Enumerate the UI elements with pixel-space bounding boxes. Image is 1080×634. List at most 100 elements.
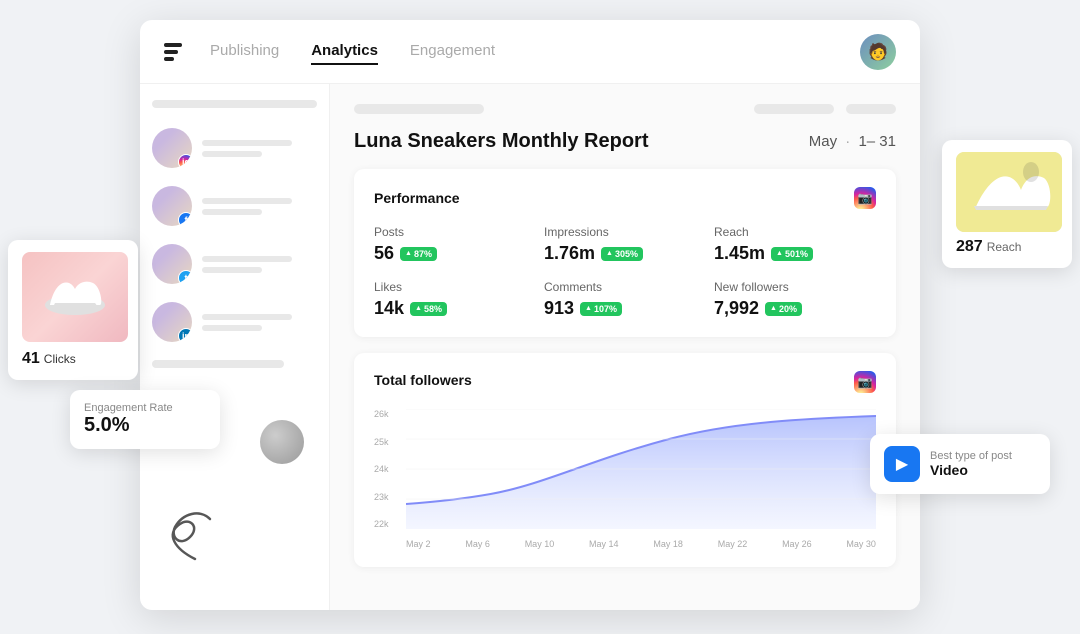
followers-card-header: Total followers 📷	[374, 371, 876, 393]
instagram-account-avatar: ig	[152, 128, 192, 168]
user-avatar[interactable]: 🧑	[860, 34, 896, 70]
tab-publishing[interactable]: Publishing	[210, 38, 279, 65]
metric-reach-value: 1.45m	[714, 243, 765, 264]
metric-comments-label: Comments	[544, 280, 706, 294]
followers-card: Total followers 📷 26k 25k 24k 23k 22k	[354, 353, 896, 567]
metric-reach-value-row: 1.45m 501%	[714, 243, 876, 264]
line-decoration	[202, 267, 262, 273]
metric-likes-value-row: 14k 58%	[374, 298, 536, 319]
reach-label-row: 287 Reach	[956, 238, 1058, 256]
metric-impressions-label: Impressions	[544, 225, 706, 239]
main-panel: Luna Sneakers Monthly Report May · 1– 31…	[330, 84, 920, 610]
decorative-squiggle	[155, 499, 235, 574]
best-post-value: Video	[930, 462, 1012, 478]
sidebar-item-lines	[202, 256, 317, 273]
sidebar-item-lines	[202, 140, 317, 157]
chart-x-label: May 2	[406, 539, 431, 549]
tab-engagement[interactable]: Engagement	[410, 38, 495, 65]
chart-y-label: 26k	[374, 409, 389, 419]
line-decoration	[202, 256, 292, 262]
metric-new-followers-label: New followers	[714, 280, 876, 294]
sidebar-item-linkedin[interactable]: in	[152, 302, 317, 342]
nav-tabs: Publishing Analytics Engagement	[210, 38, 860, 65]
chart-x-label: May 14	[589, 539, 619, 549]
linkedin-badge: in	[178, 328, 192, 342]
dashboard-window: Publishing Analytics Engagement 🧑 ig	[140, 20, 920, 610]
metric-reach-badge: 501%	[771, 247, 813, 261]
facebook-account-avatar: f	[152, 186, 192, 226]
top-nav: Publishing Analytics Engagement 🧑	[140, 20, 920, 84]
metric-posts-value-row: 56 87%	[374, 243, 536, 264]
performance-card: Performance 📷 Posts 56 87%	[354, 169, 896, 337]
performance-card-title: Performance	[374, 190, 460, 206]
sidebar-item-lines	[202, 314, 317, 331]
clicks-label: Clicks	[44, 352, 76, 366]
metric-new-followers-badge: 20%	[765, 302, 802, 316]
metric-reach-label: Reach	[714, 225, 876, 239]
reach-float-card: 287 Reach	[942, 140, 1072, 268]
metric-new-followers-value-row: 7,992 20%	[714, 298, 876, 319]
best-post-label: Best type of post	[930, 450, 1012, 462]
performance-card-header: Performance 📷	[374, 187, 876, 209]
reach-text: Reach	[987, 240, 1022, 254]
chart-y-label: 23k	[374, 492, 389, 502]
metric-likes-label: Likes	[374, 280, 536, 294]
metric-posts: Posts 56 87%	[374, 225, 536, 264]
followers-chart: 26k 25k 24k 23k 22k	[374, 409, 876, 549]
followers-instagram-icon: 📷	[854, 371, 876, 393]
chart-area	[406, 409, 876, 529]
line-decoration	[202, 209, 262, 215]
skeleton-bar	[846, 104, 896, 114]
metric-posts-label: Posts	[374, 225, 536, 239]
chart-x-labels: May 2 May 6 May 10 May 14 May 18 May 22 …	[406, 539, 876, 549]
sidebar-item-instagram[interactable]: ig	[152, 128, 317, 168]
chart-y-label: 22k	[374, 519, 389, 529]
skeleton-bar	[354, 104, 484, 114]
metric-new-followers: New followers 7,992 20%	[714, 280, 876, 319]
sidebar-bottom-line	[152, 360, 284, 368]
metric-likes-value: 14k	[374, 298, 404, 319]
metric-likes-badge: 58%	[410, 302, 447, 316]
best-post-content: Best type of post Video	[930, 450, 1012, 478]
chart-x-label: May 6	[465, 539, 490, 549]
report-date: May · 1– 31	[809, 133, 896, 150]
content-area: ig f	[140, 84, 920, 610]
reach-count: 287	[956, 238, 983, 256]
report-title: Luna Sneakers Monthly Report	[354, 130, 649, 153]
metric-new-followers-value: 7,992	[714, 298, 759, 319]
metric-comments-value: 913	[544, 298, 574, 319]
metric-comments-value-row: 913 107%	[544, 298, 706, 319]
sidebar-item-twitter[interactable]: t	[152, 244, 317, 284]
metric-posts-value: 56	[374, 243, 394, 264]
followers-card-title: Total followers	[374, 372, 472, 388]
line-decoration	[202, 140, 292, 146]
linkedin-account-avatar: in	[152, 302, 192, 342]
reach-image	[956, 152, 1062, 232]
tab-analytics[interactable]: Analytics	[311, 38, 378, 65]
clicks-value: 41	[22, 350, 40, 368]
clicks-image	[22, 252, 128, 342]
metric-impressions-badge: 305%	[601, 247, 643, 261]
sidebar-item-facebook[interactable]: f	[152, 186, 317, 226]
skeleton-row	[354, 104, 896, 114]
sidebar-item-lines	[202, 198, 317, 215]
chart-x-label: May 22	[718, 539, 748, 549]
facebook-badge: f	[178, 212, 192, 226]
metrics-grid: Posts 56 87% Impressions 1.76m 305%	[374, 225, 876, 319]
app-logo	[164, 43, 182, 61]
clicks-float-card: 41 Clicks	[8, 240, 138, 380]
metric-likes: Likes 14k 58%	[374, 280, 536, 319]
line-decoration	[202, 325, 262, 331]
twitter-account-avatar: t	[152, 244, 192, 284]
best-post-icon: ▶	[884, 446, 920, 482]
instagram-icon: 📷	[854, 187, 876, 209]
metric-impressions: Impressions 1.76m 305%	[544, 225, 706, 264]
metric-reach: Reach 1.45m 501%	[714, 225, 876, 264]
report-header: Luna Sneakers Monthly Report May · 1– 31	[354, 130, 896, 153]
main-container: Publishing Analytics Engagement 🧑 ig	[0, 0, 1080, 634]
engagement-value: 5.0%	[84, 414, 206, 437]
chart-x-label: May 30	[846, 539, 876, 549]
grey-ball-decoration	[260, 420, 304, 464]
metric-comments: Comments 913 107%	[544, 280, 706, 319]
sidebar-search-bar	[152, 100, 317, 108]
